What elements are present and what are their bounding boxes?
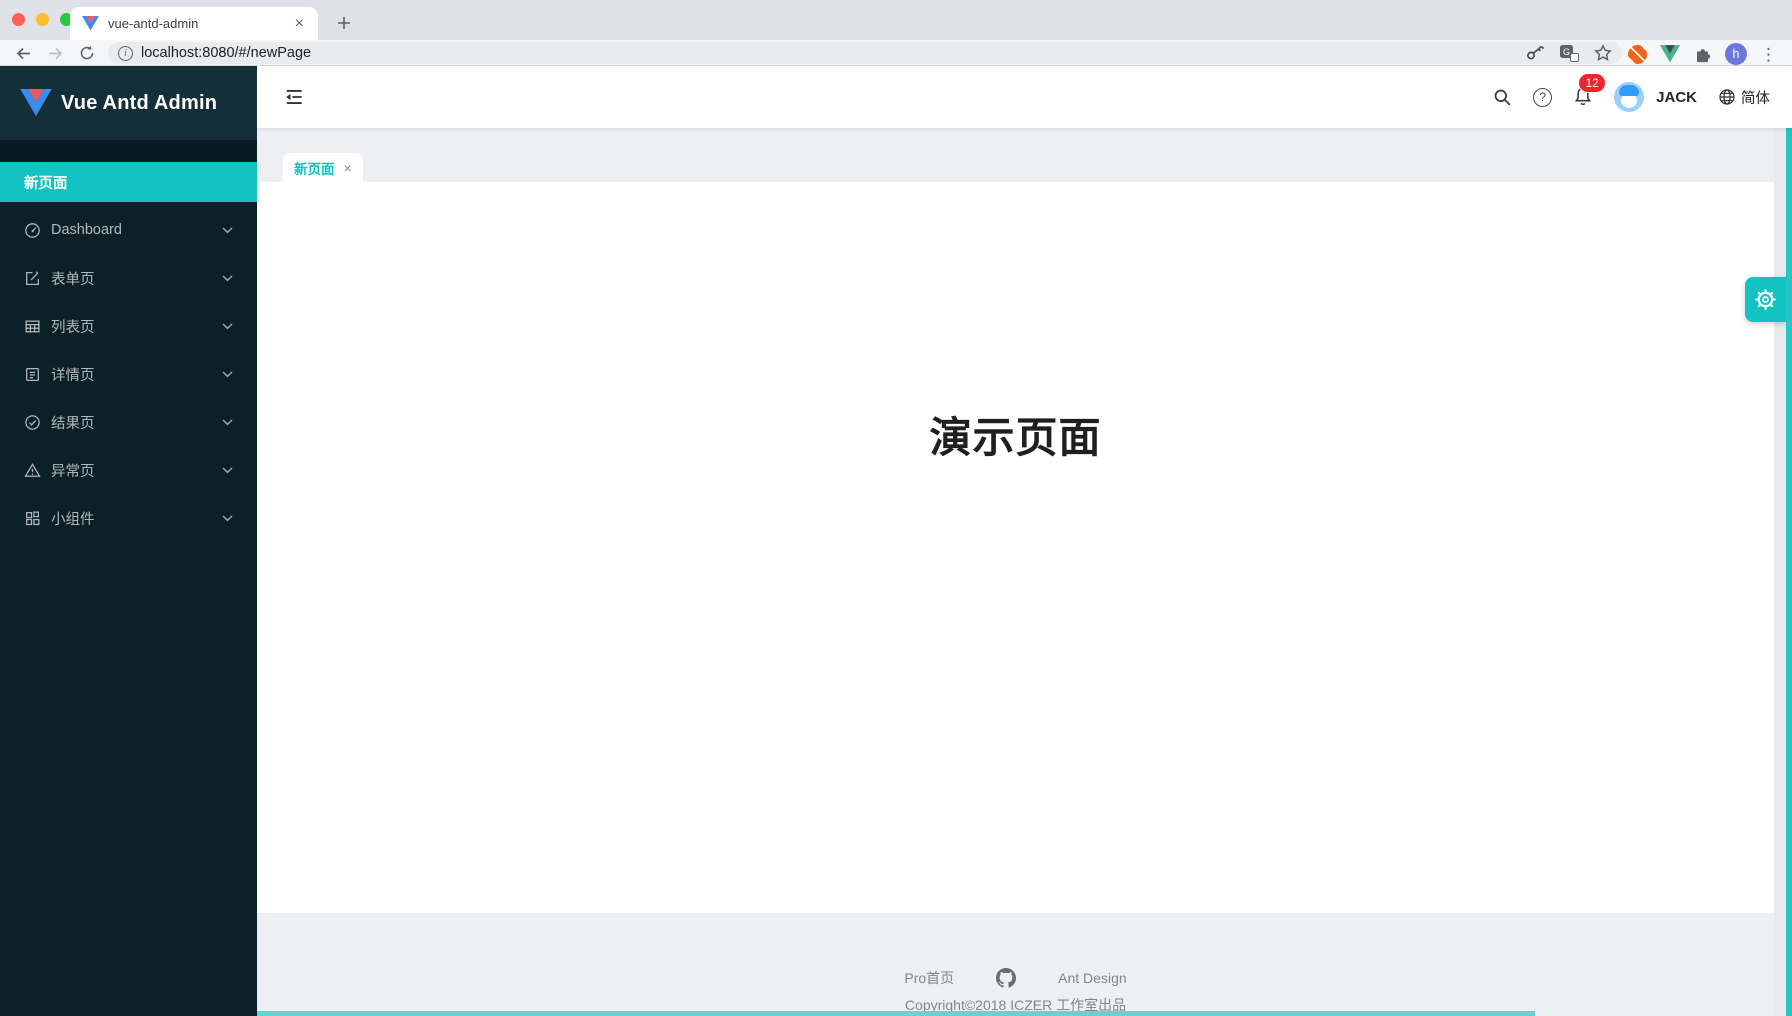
menu-fold-icon (283, 86, 305, 108)
browser-menu-icon[interactable]: ⋮ (1760, 46, 1777, 63)
browser-toolbar: i localhost:8080/#/newPage G (0, 40, 1792, 66)
translate-icon[interactable]: G (1560, 44, 1579, 62)
gear-icon (1754, 288, 1777, 311)
sidebar-item-dashboard[interactable]: Dashboard (0, 210, 257, 250)
user-avatar[interactable] (1614, 82, 1644, 112)
close-window-button[interactable] (12, 13, 25, 26)
chevron-down-icon (222, 371, 233, 378)
app-title: Vue Antd Admin (61, 92, 217, 115)
page-tabbar: 新页面 × (257, 128, 1792, 182)
vue-devtools-icon[interactable] (1660, 45, 1680, 63)
sidebar-item-label: 列表页 (51, 316, 222, 337)
sidebar-item-label: 详情页 (51, 364, 222, 385)
chevron-down-icon (222, 419, 233, 426)
vue-favicon (82, 16, 99, 31)
appstore-icon (24, 510, 41, 527)
minimize-window-button[interactable] (36, 13, 49, 26)
dashboard-icon (24, 222, 41, 239)
sidebar-item-list[interactable]: 列表页 (0, 306, 257, 346)
sidebar-item-result[interactable]: 结果页 (0, 402, 257, 442)
window-controls (12, 13, 73, 26)
chrome-profile-avatar[interactable]: h (1725, 43, 1747, 65)
settings-drawer-handle[interactable] (1745, 277, 1786, 322)
scrollbar-track[interactable] (1774, 128, 1786, 1016)
tab-close-icon[interactable]: × (293, 15, 306, 33)
sidebar-collapse-trigger[interactable] (283, 86, 305, 108)
sidebar-divider (0, 140, 257, 162)
shutter-extension-icon[interactable] (1628, 45, 1647, 64)
extensions-puzzle-icon[interactable] (1693, 45, 1712, 64)
language-selector[interactable]: 简体 (1718, 87, 1770, 108)
sidebar-item-label: 小组件 (51, 508, 222, 529)
extension-icons: h ⋮ (1628, 43, 1777, 65)
sidebar: Vue Antd Admin 新页面 Dashboard (0, 66, 257, 1016)
bookmark-star-icon[interactable] (1594, 44, 1612, 62)
language-label: 简体 (1741, 87, 1770, 108)
table-icon (24, 318, 41, 335)
reload-icon (79, 45, 95, 61)
github-icon[interactable] (996, 968, 1016, 988)
sidebar-item-widgets[interactable]: 小组件 (0, 498, 257, 538)
new-tab-button[interactable] (332, 11, 356, 35)
plus-icon (337, 16, 351, 30)
sidebar-item-form[interactable]: 表单页 (0, 258, 257, 298)
search-icon[interactable] (1492, 87, 1512, 107)
content-card: 演示页面 (257, 182, 1774, 913)
url-text: localhost:8080/#/newPage (141, 45, 1518, 61)
page-tab-newpage[interactable]: 新页面 × (283, 153, 363, 182)
notification-bell[interactable]: 12 (1573, 86, 1593, 108)
browser-tab-title: vue-antd-admin (108, 16, 293, 31)
globe-icon (1718, 88, 1736, 106)
sidebar-item-label: Dashboard (51, 222, 222, 238)
page-edge-accent-right (1786, 66, 1792, 1016)
browser-tabstrip: vue-antd-admin × (0, 0, 1792, 40)
app-root: Vue Antd Admin 新页面 Dashboard (0, 66, 1792, 1016)
sidebar-item-label: 表单页 (51, 268, 222, 289)
app-header: ? 12 JACK (257, 66, 1792, 128)
page-title: 演示页面 (257, 404, 1774, 465)
address-bar[interactable]: i localhost:8080/#/newPage G (108, 42, 1622, 64)
sidebar-item-label: 异常页 (51, 460, 222, 481)
notification-badge: 12 (1578, 73, 1606, 93)
form-icon (24, 270, 41, 287)
profile-icon (24, 366, 41, 383)
check-circle-icon (24, 414, 41, 431)
forward-arrow-icon (47, 46, 64, 61)
footer-link-antd[interactable]: Ant Design (1058, 970, 1126, 986)
page-tab-close-icon[interactable]: × (344, 160, 352, 176)
sidebar-item-exception[interactable]: 异常页 (0, 450, 257, 490)
footer-link-pro[interactable]: Pro首页 (904, 968, 954, 988)
password-key-icon[interactable] (1526, 45, 1545, 61)
back-arrow-icon (15, 46, 32, 61)
sidebar-item-detail[interactable]: 详情页 (0, 354, 257, 394)
browser-tab[interactable]: vue-antd-admin × (70, 7, 318, 40)
sidebar-item-label: 结果页 (51, 412, 222, 433)
page-footer: Pro首页 Ant Design Copyright©2018 ICZER 工作… (257, 913, 1774, 1016)
page-info-icon[interactable]: i (118, 46, 133, 61)
sidebar-menu: Dashboard 表单页 (0, 210, 257, 538)
chevron-down-icon (222, 515, 233, 522)
reload-button[interactable] (76, 43, 98, 63)
sidebar-item-newpage[interactable]: 新页面 (0, 162, 257, 202)
chevron-down-icon (222, 227, 233, 234)
sidebar-item-label: 新页面 (24, 172, 233, 193)
browser-window: vue-antd-admin × i lo (0, 0, 1792, 1016)
page-tab-label: 新页面 (294, 158, 335, 178)
app-logo[interactable]: Vue Antd Admin (0, 66, 257, 140)
vue-logo-icon (20, 89, 52, 117)
main-column: ? 12 JACK (257, 66, 1792, 1016)
back-button[interactable] (12, 43, 34, 63)
help-icon[interactable]: ? (1533, 88, 1552, 107)
chevron-down-icon (222, 275, 233, 282)
chevron-down-icon (222, 467, 233, 474)
warning-icon (24, 462, 41, 479)
username[interactable]: JACK (1656, 89, 1697, 106)
chevron-down-icon (222, 323, 233, 330)
forward-button[interactable] (44, 43, 66, 63)
